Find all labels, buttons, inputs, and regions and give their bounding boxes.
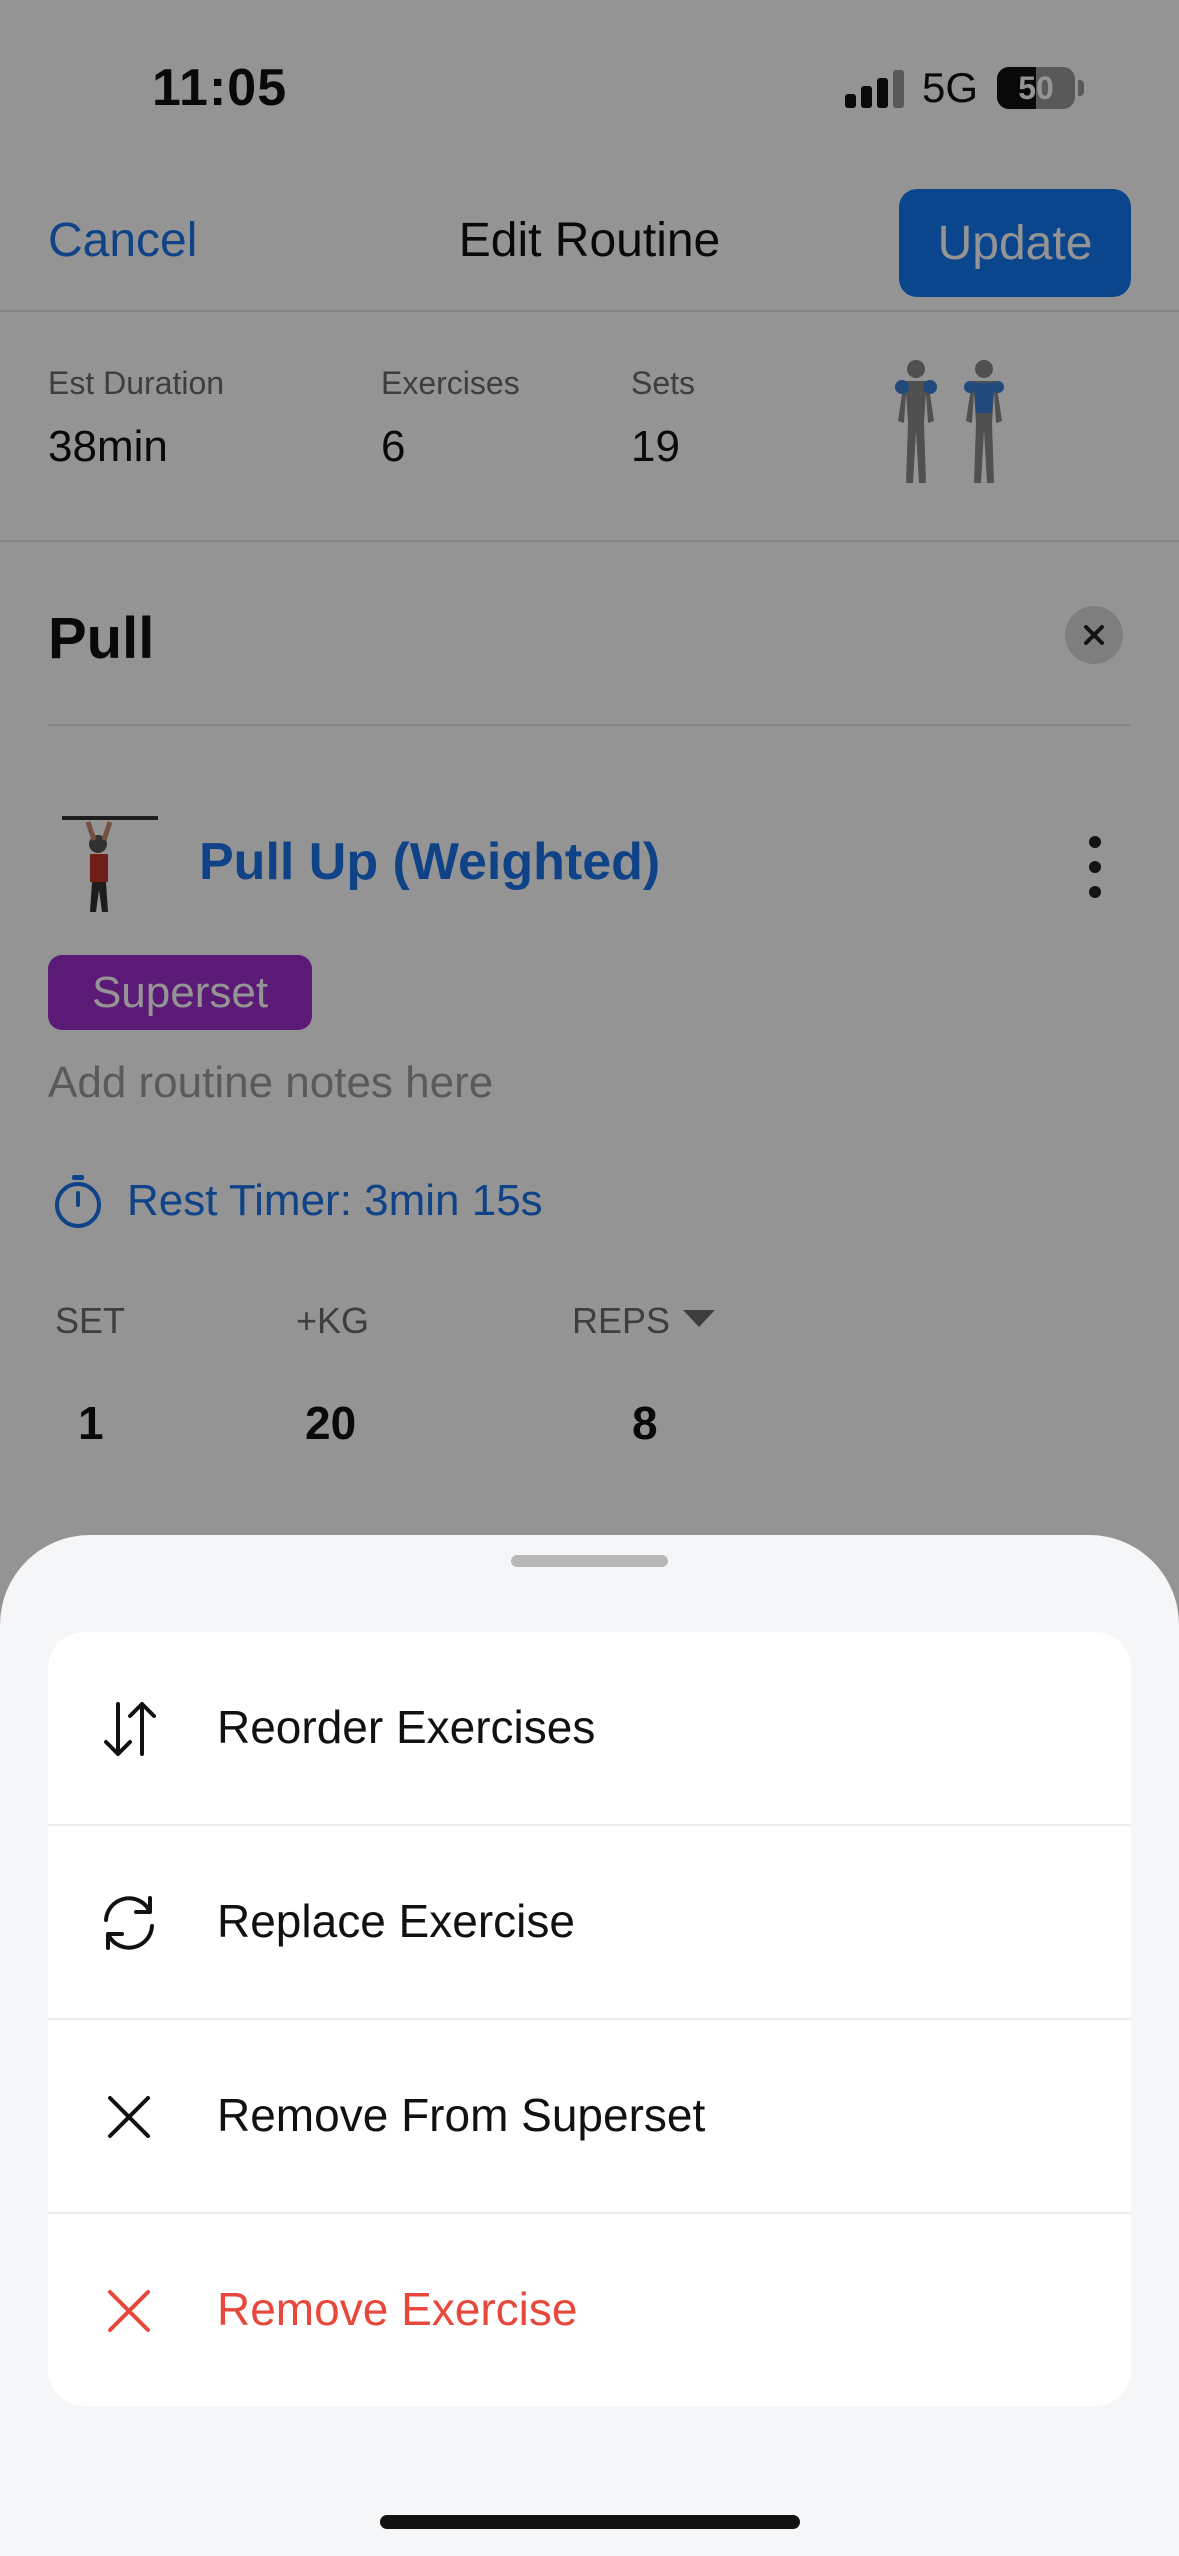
close-icon — [108, 2290, 150, 2332]
sheet-grabber[interactable] — [511, 1555, 668, 1567]
menu-item-remove-exercise[interactable]: Remove Exercise — [48, 2214, 1131, 2406]
menu-item-label: Remove From Superset — [217, 2089, 706, 2141]
close-icon — [108, 2096, 150, 2138]
menu-item-label: Remove Exercise — [217, 2283, 578, 2335]
menu-item-replace-exercise[interactable]: Replace Exercise — [48, 1826, 1131, 2019]
replace-icon — [104, 1896, 154, 1950]
menu-item-label: Replace Exercise — [217, 1895, 575, 1947]
menu-item-reorder-exercises[interactable]: Reorder Exercises — [48, 1632, 1131, 1825]
home-indicator[interactable] — [380, 2515, 800, 2529]
menu-item-label: Reorder Exercises — [217, 1701, 596, 1753]
options-menu: Reorder Exercises Replace Exercise Remov… — [48, 1632, 1131, 2406]
reorder-icon — [104, 1702, 156, 1756]
menu-item-remove-from-superset[interactable]: Remove From Superset — [48, 2020, 1131, 2213]
